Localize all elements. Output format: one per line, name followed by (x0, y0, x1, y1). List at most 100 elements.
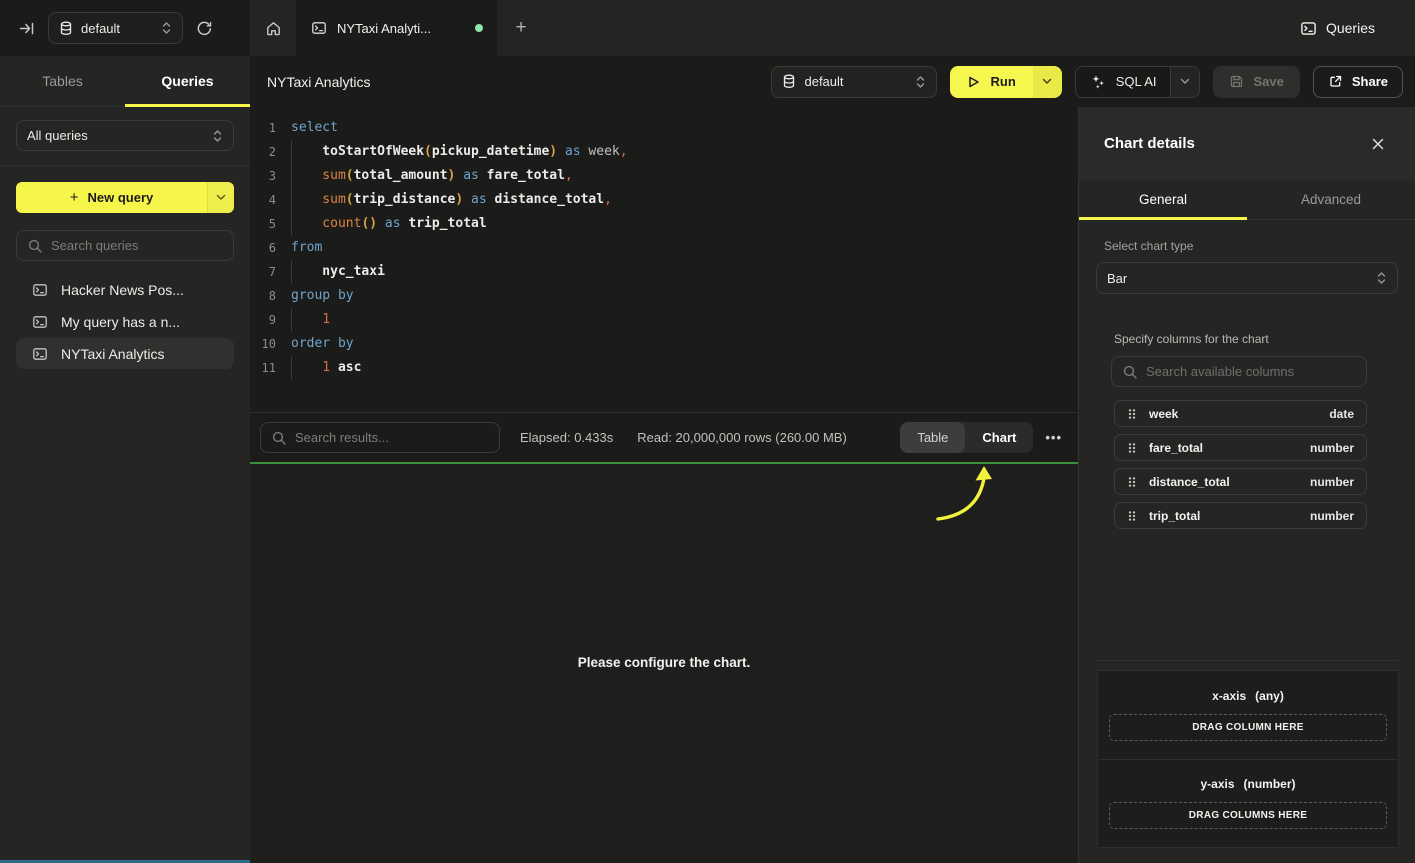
query-search-box (16, 230, 234, 261)
sql-console-app: default NYTaxi Analyti.. (0, 0, 1415, 863)
run-split-button: Run (950, 66, 1061, 98)
query-list-item[interactable]: My query has a n... (16, 306, 234, 337)
columns-section-label: Specify columns for the chart (1114, 332, 1398, 346)
query-search-input[interactable] (51, 238, 222, 253)
run-button[interactable]: Run (950, 66, 1032, 98)
sql-ai-split-button: SQL AI (1075, 66, 1201, 98)
tab-nytaxi-analytics[interactable]: NYTaxi Analyti... (297, 0, 497, 56)
terminal-icon (32, 314, 48, 330)
editor-header: NYTaxi Analytics default Run (250, 56, 1415, 107)
code-line[interactable]: 11 1 asc (250, 356, 1078, 380)
code-line[interactable]: 1select (250, 116, 1078, 140)
code-line[interactable]: 5 count() as trip_total (250, 212, 1078, 236)
new-query-split-button: + New query (16, 182, 234, 213)
share-icon (1328, 74, 1343, 89)
query-list-item-selected[interactable]: NYTaxi Analytics (16, 338, 234, 369)
chevron-updown-icon (212, 129, 223, 143)
results-search-input[interactable] (295, 430, 488, 445)
share-label: Share (1352, 74, 1388, 89)
x-axis-section: x-axis (any) DRAG COLUMN HERE (1098, 671, 1398, 760)
x-axis-name: x-axis (1212, 689, 1246, 703)
query-filter-value: All queries (27, 128, 88, 143)
chart-details-content: Select chart type Bar Specify columns fo… (1079, 220, 1415, 863)
sql-ai-button[interactable]: SQL AI (1076, 67, 1171, 97)
axis-configuration: x-axis (any) DRAG COLUMN HERE y-axis (nu… (1097, 670, 1399, 848)
sparkles-icon (1090, 74, 1106, 90)
results-search-box (260, 422, 500, 453)
topbar: default NYTaxi Analyti.. (0, 0, 1415, 56)
chart-details-title: Chart details (1104, 135, 1195, 152)
column-type: date (1329, 407, 1354, 421)
tab-advanced[interactable]: Advanced (1247, 180, 1415, 219)
column-type: number (1310, 475, 1354, 489)
tab-general-label: General (1139, 192, 1187, 207)
database-selector[interactable]: default (48, 12, 183, 44)
refresh-button[interactable] (192, 16, 217, 41)
unsaved-dot (475, 24, 483, 32)
tab-general[interactable]: General (1079, 180, 1247, 219)
column-chip-fare-total[interactable]: fare_total number (1114, 434, 1367, 461)
collapse-sidebar-button[interactable] (14, 16, 39, 41)
code-line[interactable]: 10order by (250, 332, 1078, 356)
x-axis-drop-zone[interactable]: DRAG COLUMN HERE (1109, 714, 1387, 741)
chart-type-select[interactable]: Bar (1096, 262, 1398, 294)
query-filter-select[interactable]: All queries (16, 120, 234, 151)
more-options-button[interactable]: ••• (1045, 430, 1062, 445)
y-axis-name: y-axis (1200, 777, 1234, 791)
new-query-button[interactable]: + New query (16, 182, 207, 213)
line-number: 4 (250, 188, 276, 212)
code-line[interactable]: 9 1 (250, 308, 1078, 332)
code-line[interactable]: 6from (250, 236, 1078, 260)
share-button[interactable]: Share (1313, 66, 1403, 98)
run-label: Run (990, 74, 1015, 89)
chart-details-header: Chart details (1079, 107, 1415, 180)
line-number: 8 (250, 284, 276, 308)
column-chip-trip-total[interactable]: trip_total number (1114, 502, 1367, 529)
run-options-button[interactable] (1033, 66, 1062, 98)
columns-search-box (1111, 356, 1367, 387)
tab-tables[interactable]: Tables (0, 56, 125, 106)
column-chip-week[interactable]: week date (1114, 400, 1367, 427)
read-stat: Read: 20,000,000 rows (260.00 MB) (637, 430, 847, 445)
column-chip-distance-total[interactable]: distance_total number (1114, 468, 1367, 495)
column-name: week (1149, 407, 1178, 421)
code-line[interactable]: 2 toStartOfWeek(pickup_datetime) as week… (250, 140, 1078, 164)
sql-ai-label: SQL AI (1116, 74, 1157, 89)
sql-ai-options-button[interactable] (1170, 67, 1199, 97)
x-axis-label: x-axis (any) (1212, 689, 1284, 703)
line-number: 7 (250, 260, 276, 284)
line-number: 6 (250, 236, 276, 260)
code-line[interactable]: 7 nyc_taxi (250, 260, 1078, 284)
queries-panel-button[interactable]: Queries (1300, 0, 1375, 56)
line-number: 3 (250, 164, 276, 188)
new-tab-button[interactable]: + (497, 0, 545, 56)
code-line[interactable]: 8group by (250, 284, 1078, 308)
tab-queries[interactable]: Queries (125, 56, 250, 106)
terminal-icon (311, 20, 327, 36)
new-query-dropdown-button[interactable] (207, 182, 234, 213)
code-line[interactable]: 4 sum(trip_distance) as distance_total, (250, 188, 1078, 212)
y-axis-drop-zone[interactable]: DRAG COLUMNS HERE (1109, 802, 1387, 829)
code-line[interactable]: 3 sum(total_amount) as fare_total, (250, 164, 1078, 188)
view-tab-chart[interactable]: Chart (965, 422, 1033, 453)
editor-database-selector[interactable]: default (771, 66, 937, 98)
query-item-label: Hacker News Pos... (61, 282, 184, 298)
chart-details-tabs: General Advanced (1079, 180, 1415, 220)
save-button[interactable]: Save (1213, 66, 1299, 98)
terminal-icon (32, 282, 48, 298)
line-number: 9 (250, 308, 276, 332)
close-panel-button[interactable] (1369, 135, 1387, 153)
database-icon (782, 74, 796, 89)
line-number: 1 (250, 116, 276, 140)
tab-home[interactable] (250, 0, 297, 56)
column-type: number (1310, 509, 1354, 523)
query-list-item[interactable]: Hacker News Pos... (16, 274, 234, 305)
tab-title: NYTaxi Analyti... (337, 21, 431, 36)
sql-editor[interactable]: 1select2 toStartOfWeek(pickup_datetime) … (250, 107, 1078, 412)
line-number: 2 (250, 140, 276, 164)
save-icon (1229, 74, 1244, 89)
save-label: Save (1253, 74, 1283, 89)
y-axis-constraint: (number) (1244, 777, 1296, 791)
view-tab-table[interactable]: Table (900, 422, 965, 453)
columns-search-input[interactable] (1146, 364, 1355, 379)
